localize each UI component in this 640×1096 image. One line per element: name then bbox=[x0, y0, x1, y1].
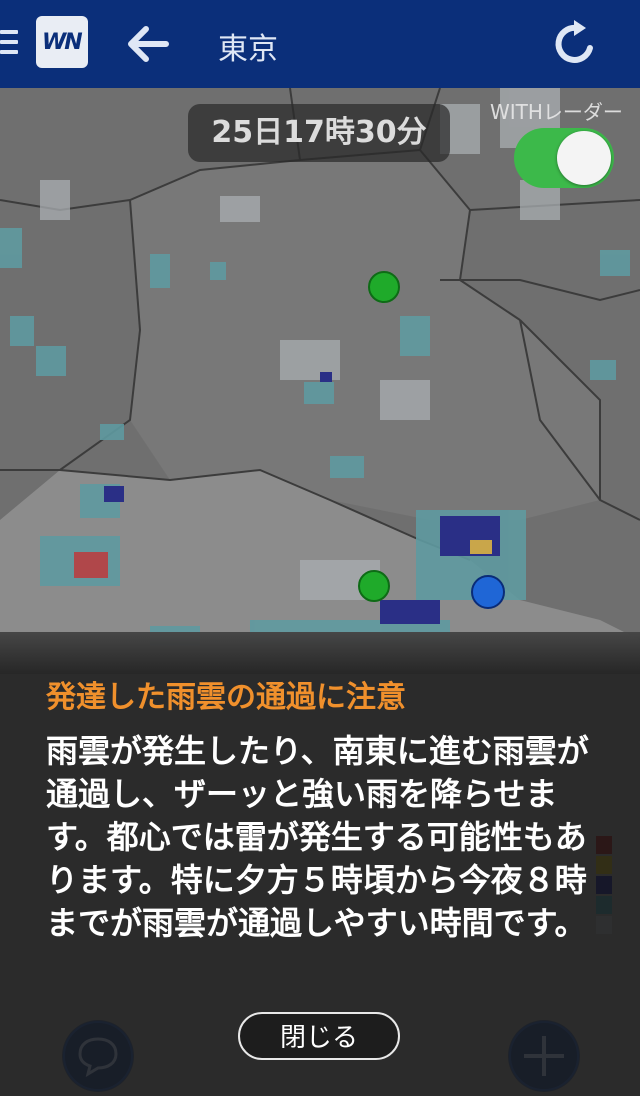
notice-body: 雨雲が発生したり、南東に進む雨雲が通過し、ザーッと強い雨を降らせます。都心では雷… bbox=[46, 732, 589, 942]
notice-title: 発達した雨雲の通過に注意 bbox=[46, 680, 406, 715]
app-logo[interactable]: WN bbox=[36, 16, 88, 68]
close-button[interactable]: 閉じる bbox=[238, 1012, 400, 1060]
back-arrow-icon[interactable] bbox=[122, 20, 174, 68]
top-app-bar: WN 東京 bbox=[0, 0, 640, 88]
menu-icon[interactable] bbox=[0, 30, 18, 56]
forecast-time-label: 25日17時30分 bbox=[188, 104, 450, 162]
radar-toggle[interactable] bbox=[514, 128, 614, 188]
page-title: 東京 bbox=[218, 32, 278, 67]
toggle-knob bbox=[557, 131, 611, 185]
notice-overlay-edge bbox=[0, 632, 640, 674]
radar-layer-label: WITHレーダー bbox=[490, 100, 623, 124]
logo-text: WN bbox=[42, 30, 83, 55]
refresh-icon[interactable] bbox=[552, 18, 600, 68]
